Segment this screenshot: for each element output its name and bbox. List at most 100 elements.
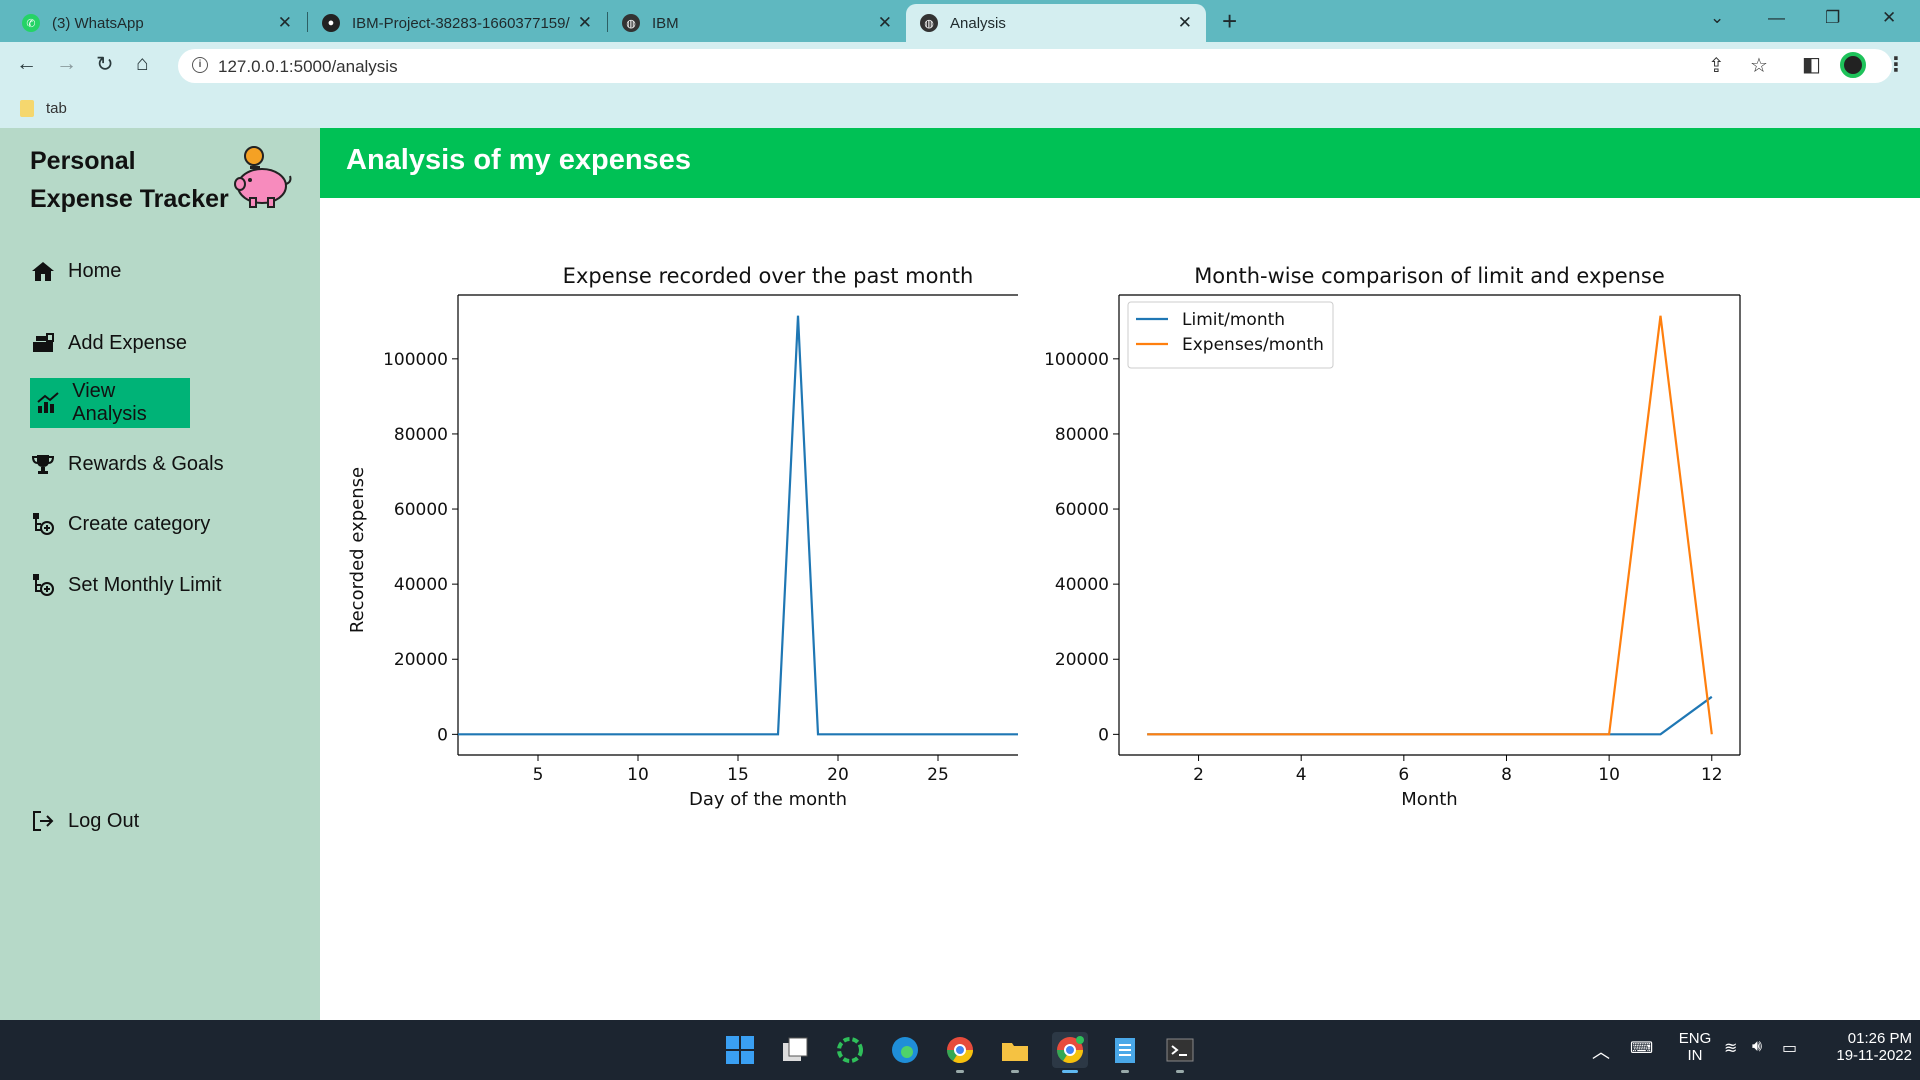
y-tick-label: 80000 — [1055, 425, 1109, 445]
y-tick-label: 40000 — [1055, 575, 1109, 595]
close-tab-icon[interactable]: ✕ — [878, 13, 892, 33]
running-indicator — [1011, 1070, 1019, 1073]
tab-ibm[interactable]: ◍ IBM ✕ — [608, 4, 906, 42]
new-tab-button[interactable]: + — [1222, 6, 1237, 37]
close-tab-icon[interactable]: ✕ — [578, 13, 592, 33]
notepad-icon[interactable] — [1107, 1032, 1143, 1068]
y-tick-label: 20000 — [394, 650, 448, 670]
brand-line-2: Expense Tracker — [30, 185, 229, 213]
sidebar-item-label: View Analysis — [72, 380, 147, 425]
menu-icon[interactable]: ⋮ — [1886, 52, 1906, 77]
close-window-icon[interactable]: ✕ — [1882, 8, 1896, 28]
tab-search-icon[interactable]: ⌄ — [1710, 8, 1724, 28]
analysis-charts: Expense recorded over the past month 5 10 1… — [347, 264, 1741, 810]
share-icon[interactable]: ⇪ — [1708, 53, 1725, 78]
sidebar-item-label: Home — [68, 259, 122, 282]
y-axis-label: Recorded expense — [347, 467, 368, 633]
legend-label: Expenses/month — [1182, 335, 1324, 355]
chart-1: Expense recorded over the past month 5 10 1… — [347, 264, 1018, 810]
y-tick-label: 0 — [1098, 725, 1109, 745]
tab-title: Analysis — [950, 14, 1006, 32]
main-content: Analysis of my expenses Expense recorded… — [320, 128, 1920, 1020]
folder-icon — [20, 100, 34, 117]
site-info-icon[interactable]: i — [192, 57, 208, 73]
series-line-limit-month — [1147, 695, 1713, 736]
globe-icon: ◍ — [622, 14, 640, 32]
chrome-icon[interactable] — [942, 1032, 978, 1068]
close-tab-icon[interactable]: ✕ — [1178, 13, 1192, 33]
clock[interactable]: 01:26 PM 19-11-2022 — [1820, 1030, 1912, 1064]
sidebar-item-create-category[interactable]: Create category — [30, 499, 210, 549]
tab-github[interactable]: ● IBM-Project-38283-1660377159/ ✕ — [308, 4, 606, 42]
series-line-expenses-month — [1147, 315, 1713, 736]
battery-icon[interactable]: ▭ — [1782, 1038, 1797, 1058]
globe-icon: ◍ — [920, 14, 938, 32]
chart-2: Month-wise comparison of limit and expen… — [1044, 264, 1741, 810]
restore-icon[interactable]: ❐ — [1825, 8, 1840, 28]
tab-title: IBM — [652, 14, 679, 32]
bookmarks-bar: tab — [0, 88, 1920, 128]
close-tab-icon[interactable]: ✕ — [278, 13, 292, 33]
cash-register-icon — [30, 330, 56, 356]
tab-analysis[interactable]: ◍ Analysis ✕ — [906, 4, 1206, 42]
terminal-icon[interactable] — [1162, 1032, 1198, 1068]
bookmark-tab[interactable]: tab — [46, 100, 67, 117]
sidebar: Personal Expense Tracker Home Add Expens… — [0, 128, 320, 1020]
sidebar-item-home[interactable]: Home — [30, 246, 121, 296]
loading-app-icon[interactable] — [832, 1032, 868, 1068]
logout-icon — [30, 808, 56, 834]
sidebar-item-set-monthly-limit[interactable]: Set Monthly Limit — [30, 560, 221, 610]
browser-tab-bar: ✆ (3) WhatsApp ✕ ● IBM-Project-38283-166… — [0, 0, 1920, 42]
logout-button[interactable]: Log Out — [30, 796, 139, 846]
x-tick-label: 4 — [1296, 765, 1307, 785]
y-tick-label: 60000 — [394, 500, 448, 520]
x-tick-label: 10 — [627, 765, 649, 785]
home-browser-icon[interactable]: ⌂ — [136, 52, 149, 76]
edge-icon[interactable] — [887, 1032, 923, 1068]
wifi-icon[interactable]: ≋ — [1724, 1038, 1737, 1058]
x-tick-label: 10 — [1598, 765, 1620, 785]
x-tick-label: 6 — [1398, 765, 1409, 785]
x-axis-label: Month — [1401, 789, 1457, 810]
volume-icon[interactable]: 🔊︎ — [1752, 1038, 1762, 1056]
sidebar-item-rewards-goals[interactable]: Rewards & Goals — [30, 439, 224, 489]
category-add-icon — [30, 572, 56, 598]
x-tick-label: 12 — [1701, 765, 1723, 785]
x-tick-label: 20 — [827, 765, 849, 785]
side-panel-icon[interactable]: ◧ — [1802, 52, 1821, 77]
piggy-bank-icon — [234, 146, 292, 208]
clock-date: 19-11-2022 — [1836, 1047, 1912, 1064]
show-hidden-icons-icon[interactable]: ︿ — [1592, 1038, 1610, 1064]
reload-icon[interactable]: ↻ — [96, 52, 114, 77]
tab-title: IBM-Project-38283-1660377159/ — [352, 14, 570, 32]
windows-start-icon[interactable] — [722, 1032, 758, 1068]
url-text: 127.0.0.1:5000/analysis — [218, 57, 398, 76]
keyboard-icon[interactable]: ⌨ — [1630, 1038, 1653, 1058]
forward-icon[interactable]: → — [56, 52, 77, 76]
y-tick-label: 80000 — [394, 425, 448, 445]
profile-avatar[interactable] — [1840, 52, 1866, 78]
home-icon — [30, 258, 56, 284]
back-icon[interactable]: ← — [16, 52, 37, 76]
sidebar-item-label: Create category — [68, 512, 211, 535]
series-line-1 — [458, 315, 1018, 736]
clock-time: 01:26 PM — [1847, 1030, 1912, 1047]
app-brand: Personal Expense Tracker — [30, 142, 229, 218]
sidebar-item-view-analysis[interactable]: View Analysis — [30, 378, 190, 428]
task-view-icon[interactable] — [777, 1032, 813, 1068]
tab-whatsapp[interactable]: ✆ (3) WhatsApp ✕ — [8, 4, 306, 42]
chart-icon — [36, 390, 60, 416]
sidebar-item-label: Set Monthly Limit — [68, 573, 222, 596]
chrome-profile-icon[interactable] — [1052, 1032, 1088, 1068]
bookmark-star-icon[interactable]: ☆ — [1750, 53, 1768, 78]
file-explorer-icon[interactable] — [997, 1032, 1033, 1068]
address-bar[interactable]: i 127.0.0.1:5000/analysis ⇪ ☆ — [178, 49, 1892, 83]
minimize-icon[interactable]: — — [1768, 8, 1785, 28]
sidebar-item-add-expense[interactable]: Add Expense — [30, 318, 187, 368]
category-add-icon — [30, 511, 56, 537]
language-indicator[interactable]: ENG IN — [1672, 1030, 1718, 1064]
tab-title: (3) WhatsApp — [52, 14, 144, 32]
x-tick-label: 25 — [927, 765, 949, 785]
y-tick-label: 20000 — [1055, 650, 1109, 670]
running-indicator — [1176, 1070, 1184, 1073]
